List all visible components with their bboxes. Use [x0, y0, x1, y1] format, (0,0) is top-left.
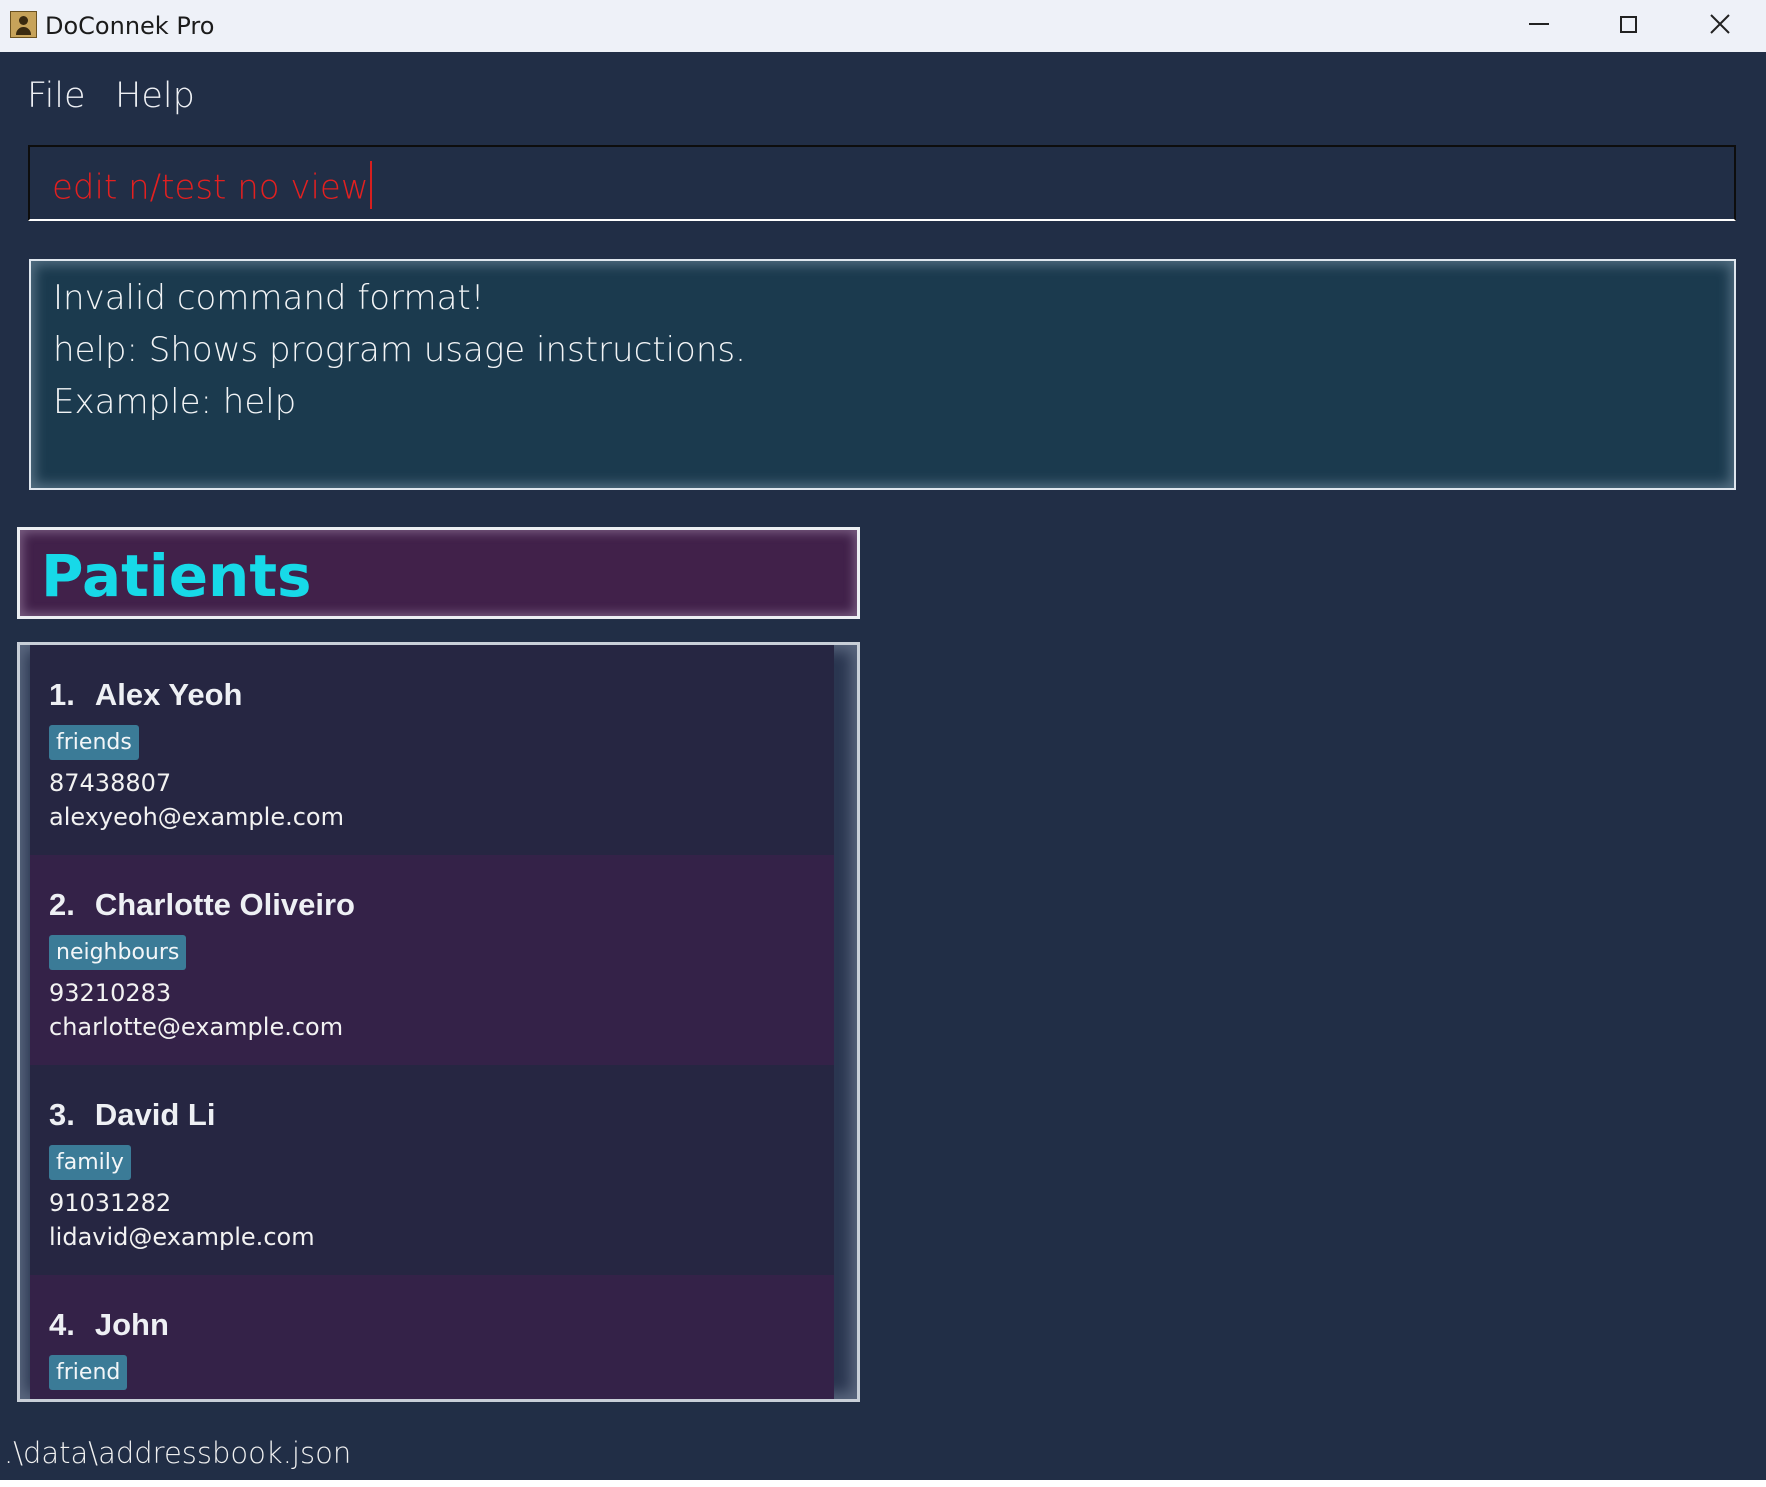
- address-book-icon: [10, 11, 37, 38]
- patient-name-text: Charlotte Oliveiro: [94, 887, 355, 922]
- menu-file[interactable]: File: [27, 76, 86, 116]
- patient-index: 2.: [49, 887, 75, 922]
- patient-name: 3. David Li: [49, 1097, 215, 1133]
- patient-tag: friend: [49, 1355, 128, 1390]
- maximize-button[interactable]: [1582, 0, 1674, 48]
- patient-tag: family: [49, 1145, 131, 1180]
- app-window: File Help edit n/test no view Invalid co…: [0, 52, 1766, 1480]
- patient-index: 4.: [49, 1307, 75, 1342]
- patient-name-text: John: [94, 1307, 169, 1342]
- maximize-icon: [1619, 15, 1637, 33]
- patient-card[interactable]: 3. David Li family 91031282 lidavid@examp…: [30, 1065, 834, 1275]
- patients-header: Patients: [17, 527, 860, 619]
- patient-name: 4. John: [49, 1307, 169, 1343]
- patient-phone: 87438807: [49, 769, 172, 797]
- close-icon: [1710, 14, 1730, 34]
- result-line: Invalid command format!: [53, 278, 485, 318]
- status-bar-path: .\data\addressbook.json: [4, 1436, 352, 1470]
- result-line: help: Shows program usage instructions.: [53, 330, 746, 370]
- command-text: edit n/test no view: [52, 161, 372, 213]
- minimize-icon: [1529, 23, 1549, 25]
- patient-tag: friends: [49, 725, 139, 760]
- patient-phone: 93210283: [49, 979, 172, 1007]
- command-value: edit n/test no view: [52, 167, 369, 208]
- text-caret: [369, 161, 372, 209]
- command-input[interactable]: edit n/test no view: [28, 145, 1736, 221]
- patients-title: Patients: [41, 542, 312, 610]
- patient-card[interactable]: 2. Charlotte Oliveiro neighbours 93210283…: [30, 855, 834, 1065]
- patient-email: alexyeoh@example.com: [49, 803, 344, 831]
- menu-help[interactable]: Help: [115, 76, 195, 116]
- patient-email: charlotte@example.com: [49, 1013, 344, 1041]
- patient-list[interactable]: 1. Alex Yeoh friends 87438807 alexyeoh@ex…: [17, 642, 860, 1402]
- patient-phone: 12345678: [49, 1399, 171, 1402]
- patient-phone: 91031282: [49, 1189, 172, 1217]
- patient-card[interactable]: 4. John friend 12345678: [30, 1275, 834, 1402]
- patient-name-text: David Li: [94, 1097, 216, 1132]
- result-line: Example: help: [53, 382, 297, 422]
- window-title: DoConnek Pro: [45, 12, 215, 40]
- patient-email: lidavid@example.com: [49, 1223, 315, 1251]
- patient-name: 2. Charlotte Oliveiro: [49, 887, 355, 923]
- patient-name: 1. Alex Yeoh: [49, 677, 242, 713]
- patient-tag: neighbours: [49, 935, 187, 970]
- patient-index: 3.: [49, 1097, 75, 1132]
- patient-card[interactable]: 1. Alex Yeoh friends 87438807 alexyeoh@ex…: [30, 645, 834, 855]
- close-button[interactable]: [1674, 0, 1766, 48]
- minimize-button[interactable]: [1493, 0, 1585, 48]
- patient-name-text: Alex Yeoh: [94, 677, 243, 712]
- window-bottom-edge: [0, 1480, 1766, 1487]
- title-bar: DoConnek Pro: [0, 0, 1766, 52]
- patient-index: 1.: [49, 677, 75, 712]
- result-display: Invalid command format! help: Shows prog…: [29, 259, 1736, 490]
